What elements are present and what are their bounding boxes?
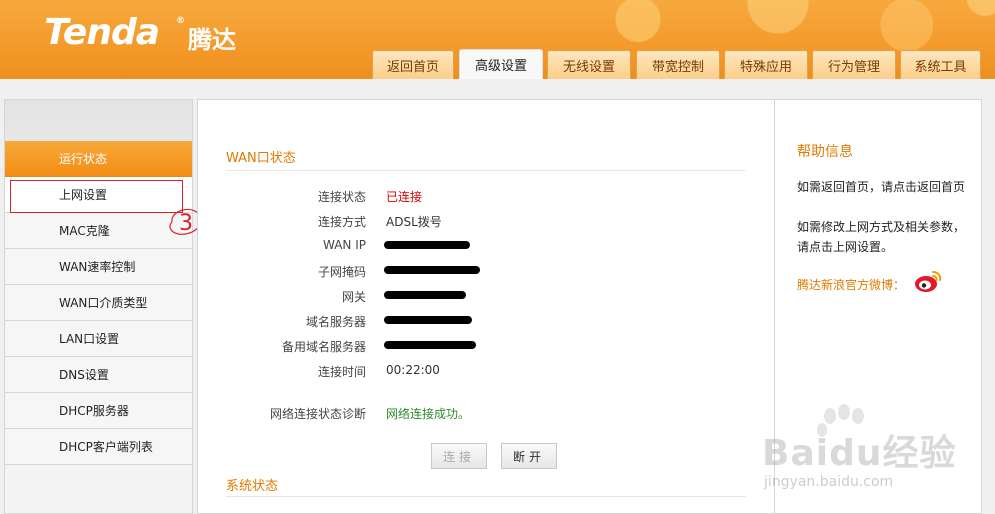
redacted-dns <box>384 316 472 324</box>
sidebar-item-status[interactable]: 运行状态 <box>5 141 192 177</box>
watermark-url: jingyan.baidu.com <box>764 474 894 490</box>
sidebar-item-wan-media[interactable]: WAN口介质类型 <box>5 285 192 321</box>
sidebar-item-wan-speed[interactable]: WAN速率控制 <box>5 249 192 285</box>
divider <box>226 496 746 497</box>
help-title: 帮助信息 <box>797 144 853 160</box>
redacted-wan-ip <box>384 241 470 249</box>
help-text-internet: 如需修改上网方式及相关参数，请点击上网设置。 <box>797 220 966 254</box>
tenda-logo-cn: 腾达 <box>188 26 236 54</box>
tab-system-tools[interactable]: 系统工具 <box>900 50 981 79</box>
redacted-gateway <box>384 291 466 299</box>
value-connection-type: ADSL拨号 <box>386 215 442 229</box>
svg-text:3: 3 <box>179 211 193 236</box>
watermark-text: Baidu经验 <box>762 433 957 474</box>
header-bar: Tenda ® 腾达 返回首页 高级设置 无线设置 带宽控制 特殊应用 行为管理… <box>0 0 995 79</box>
tab-bandwidth[interactable]: 带宽控制 <box>636 50 720 79</box>
disconnect-button[interactable]: 断开 <box>501 443 557 469</box>
redacted-backup-dns <box>384 341 476 349</box>
sidebar-item-lan[interactable]: LAN口设置 <box>5 321 192 357</box>
sidebar-item-dns[interactable]: DNS设置 <box>5 357 192 393</box>
connect-button[interactable]: 连接 <box>431 443 487 469</box>
label-gateway: 网关 <box>341 290 366 304</box>
label-backup-dns: 备用域名服务器 <box>281 340 366 354</box>
system-status-title: 系统状态 <box>226 479 279 494</box>
label-connection-time: 连接时间 <box>317 365 366 379</box>
left-sidebar: 运行状态 上网设置 MAC克隆 WAN速率控制 WAN口介质类型 LAN口设置 … <box>4 99 193 514</box>
value-diagnosis: 网络连接成功。 <box>386 407 471 421</box>
label-connection-type: 连接方式 <box>317 215 366 229</box>
value-connection-time: 00:22:00 <box>386 363 440 377</box>
divider <box>226 170 746 171</box>
tenda-logo: Tenda <box>44 12 160 53</box>
help-text-home: 如需返回首页，请点击返回首页 <box>797 180 966 194</box>
wan-status-title: WAN口状态 <box>226 151 296 166</box>
registered-mark: ® <box>176 16 185 26</box>
label-wan-ip: WAN IP <box>323 238 366 252</box>
tab-home[interactable]: 返回首页 <box>372 50 454 79</box>
sidebar-item-mac-clone[interactable]: MAC克隆 <box>5 213 192 249</box>
sidebar-item-dhcp-server[interactable]: DHCP服务器 <box>5 393 192 429</box>
tab-special-apps[interactable]: 特殊应用 <box>724 50 808 79</box>
label-subnet-mask: 子网掩码 <box>317 265 366 279</box>
label-diagnosis: 网络连接状态诊断 <box>269 407 366 421</box>
annotation-highlight-box <box>10 180 183 213</box>
tab-behavior[interactable]: 行为管理 <box>812 50 896 79</box>
weibo-link[interactable]: 腾达新浪官方微博： <box>797 276 905 293</box>
label-dns: 域名服务器 <box>305 315 366 329</box>
value-connection-status: 已连接 <box>386 190 423 204</box>
redacted-subnet-mask <box>384 266 480 274</box>
weibo-icon[interactable] <box>913 268 943 294</box>
main-panel: WAN口状态 连接状态 已连接 连接方式 ADSL拨号 WAN IP 子网掩码 … <box>197 99 774 514</box>
sidebar-item-dhcp-clients[interactable]: DHCP客户端列表 <box>5 429 192 465</box>
tab-advanced[interactable]: 高级设置 <box>459 49 543 79</box>
tab-wireless[interactable]: 无线设置 <box>547 50 631 79</box>
label-connection-status: 连接状态 <box>317 190 366 204</box>
